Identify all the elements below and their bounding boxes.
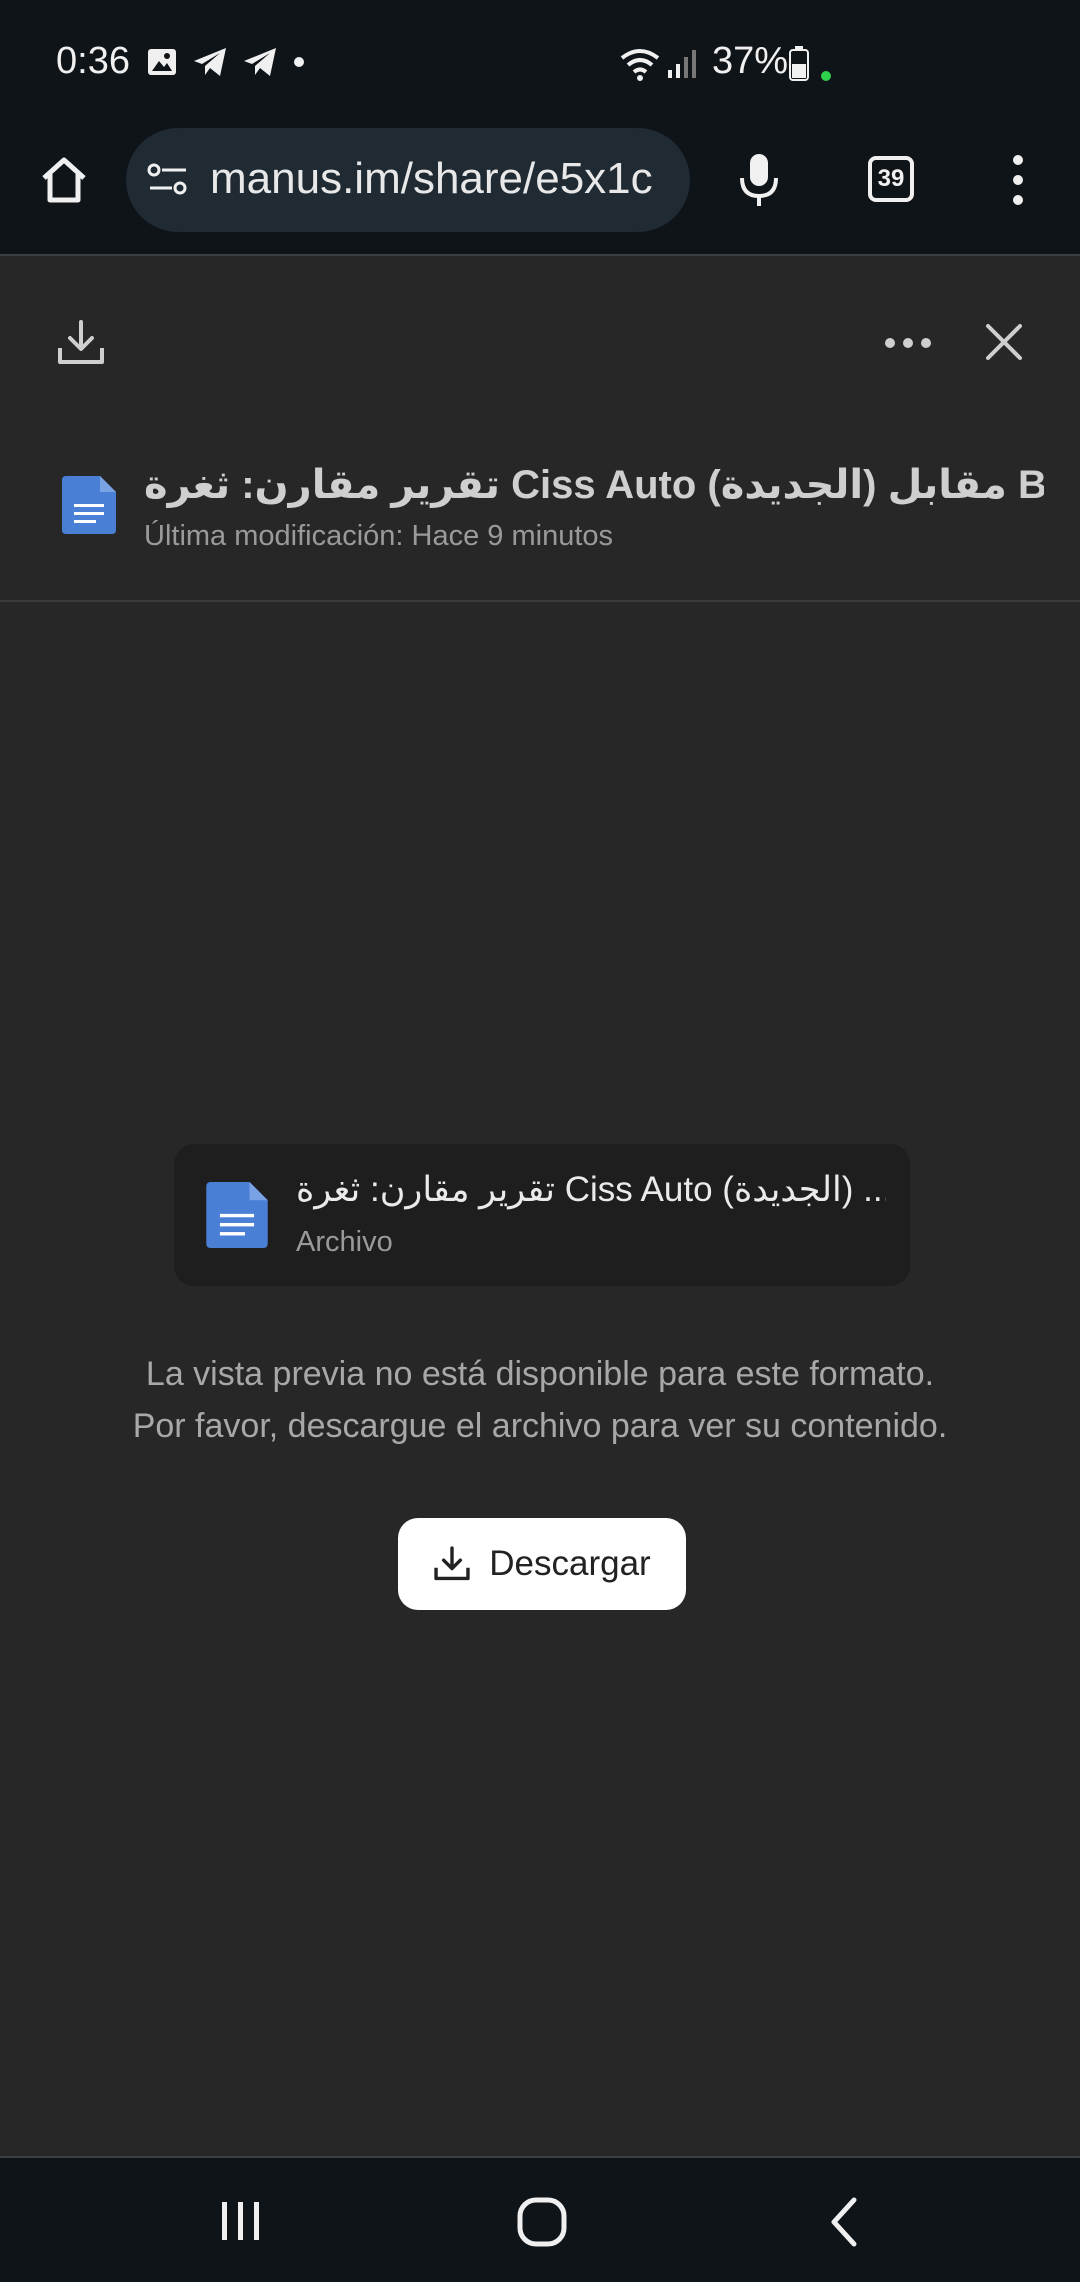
status-notification-icons <box>146 46 306 78</box>
privacy-dot-icon <box>821 71 831 81</box>
signal-icon <box>668 50 696 78</box>
system-navigation-bar <box>0 2156 1080 2282</box>
more-horiz-icon[interactable] <box>884 330 932 356</box>
download-icon[interactable] <box>56 318 106 368</box>
status-time: 0:36 <box>56 40 130 82</box>
browser-toolbar: manus.im/share/e5x1c 39 <box>0 128 1080 256</box>
download-button[interactable]: Descargar <box>398 1518 686 1610</box>
url-bar[interactable]: manus.im/share/e5x1c <box>126 128 690 232</box>
file-modified: Última modificación: Hace 9 minutos <box>144 520 614 552</box>
close-icon[interactable] <box>984 322 1024 362</box>
home-icon[interactable] <box>38 154 90 206</box>
document-icon <box>62 476 116 534</box>
telegram-icon <box>244 48 276 76</box>
file-title: تقرير مقارن: ثغرة Ciss Auto (الجديدة) مق… <box>144 463 1044 507</box>
wifi-icon <box>620 49 660 81</box>
file-card: تقرير مقارن: ثغرة Ciss Auto (الجديدة) ..… <box>174 1144 910 1286</box>
back-icon[interactable] <box>826 2196 862 2248</box>
download-button-label: Descargar <box>489 1544 651 1583</box>
site-settings-icon[interactable] <box>146 160 190 200</box>
url-text[interactable]: manus.im/share/e5x1c <box>210 154 678 204</box>
card-file-type: Archivo <box>296 1226 393 1258</box>
battery-percent: 37% <box>712 40 789 82</box>
tab-count: 39 <box>877 165 905 192</box>
status-bar: 0:36 37% <box>0 0 1080 128</box>
recent-apps-icon[interactable] <box>218 2198 264 2244</box>
card-file-name: تقرير مقارن: ثغرة Ciss Auto (الجديدة) ..… <box>296 1170 886 1209</box>
dot-icon <box>294 57 304 67</box>
preview-unavailable-message: La vista previa no está disponible para … <box>0 1348 1080 1452</box>
message-line-2: Por favor, descargue el archivo para ver… <box>132 1407 948 1445</box>
telegram-icon <box>194 48 226 76</box>
tab-switcher-button[interactable]: 39 <box>868 156 914 202</box>
gallery-icon <box>148 49 176 75</box>
more-vert-icon[interactable] <box>1000 152 1036 208</box>
microphone-icon[interactable] <box>736 152 782 210</box>
download-icon <box>434 1546 470 1581</box>
message-line-1: La vista previa no está disponible para … <box>145 1355 935 1393</box>
document-icon <box>206 1182 268 1248</box>
home-nav-icon[interactable] <box>516 2196 568 2248</box>
battery-icon <box>789 46 809 81</box>
